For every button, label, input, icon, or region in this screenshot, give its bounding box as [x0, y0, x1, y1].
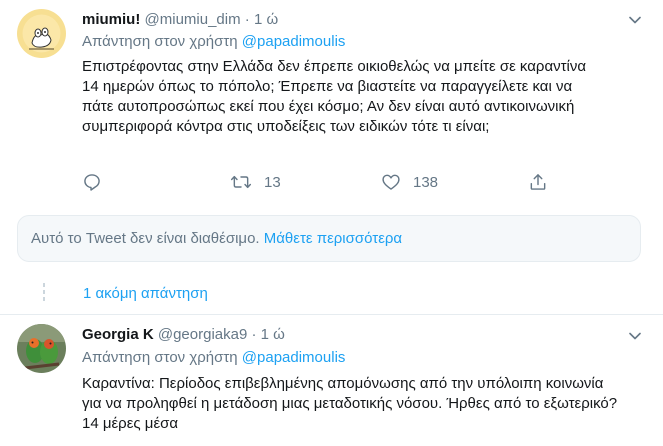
tweet-actions: 13 138: [82, 172, 552, 196]
reply-prefix: Απάντηση στον χρήστη: [82, 349, 238, 366]
timestamp[interactable]: 1 ώ: [254, 11, 278, 28]
avatar-image: [17, 324, 66, 373]
tweet-header: Georgia K @georgiaka9 · 1 ώ: [82, 325, 285, 345]
unavailable-tweet-notice: Αυτό το Tweet δεν είναι διαθέσιμο. Μάθετ…: [17, 215, 641, 262]
learn-more-link[interactable]: Μάθετε περισσότερα: [264, 230, 402, 247]
separator-dot: ·: [244, 11, 250, 28]
avatar-georgia[interactable]: [17, 324, 66, 373]
display-name[interactable]: miumiu!: [82, 11, 140, 28]
caret-down-icon[interactable]: [626, 11, 644, 29]
show-more-replies-link[interactable]: 1 ακόμη απάντηση: [83, 284, 208, 304]
reply-button[interactable]: [82, 172, 102, 192]
share-icon: [530, 174, 546, 190]
tweet-header: miumiu! @miumiu_dim · 1 ώ: [82, 10, 278, 30]
avatar-image: [17, 9, 66, 58]
separator-dot: ·: [251, 326, 257, 343]
reply-mention-link[interactable]: @papadimoulis: [242, 349, 346, 366]
tweet-divider: [0, 314, 663, 315]
user-handle[interactable]: @miumiu_dim: [145, 11, 241, 28]
tweet-text: Επιστρέφοντας στην Ελλάδα δεν έπρεπε οικ…: [82, 58, 587, 135]
like-button[interactable]: 138: [381, 172, 438, 192]
user-handle[interactable]: @georgiaka9: [158, 326, 247, 343]
retweet-button[interactable]: 13: [230, 172, 281, 192]
unavailable-message: Αυτό το Tweet δεν είναι διαθέσιμο.: [31, 230, 260, 247]
like-count: 138: [413, 173, 439, 191]
timestamp[interactable]: 1 ώ: [261, 326, 285, 343]
tweet-text: Καραντίνα: Περίοδος επιβεβλημένης απομόν…: [82, 375, 618, 432]
display-name[interactable]: Georgia K: [82, 326, 154, 343]
retweet-icon: [230, 175, 252, 189]
reply-context: Απάντηση στον χρήστη @papadimoulis: [82, 348, 345, 368]
share-button[interactable]: [528, 172, 548, 192]
reply-mention-link[interactable]: @papadimoulis: [242, 33, 346, 50]
reply-context: Απάντηση στον χρήστη @papadimoulis: [82, 32, 345, 52]
reply-prefix: Απάντηση στον χρήστη: [82, 33, 238, 50]
avatar-miumiu[interactable]: [17, 9, 66, 58]
like-icon: [382, 174, 400, 190]
reply-icon: [84, 174, 100, 191]
thread-connector: [43, 283, 45, 304]
retweet-count: 13: [264, 173, 281, 191]
caret-down-icon[interactable]: [626, 327, 644, 345]
